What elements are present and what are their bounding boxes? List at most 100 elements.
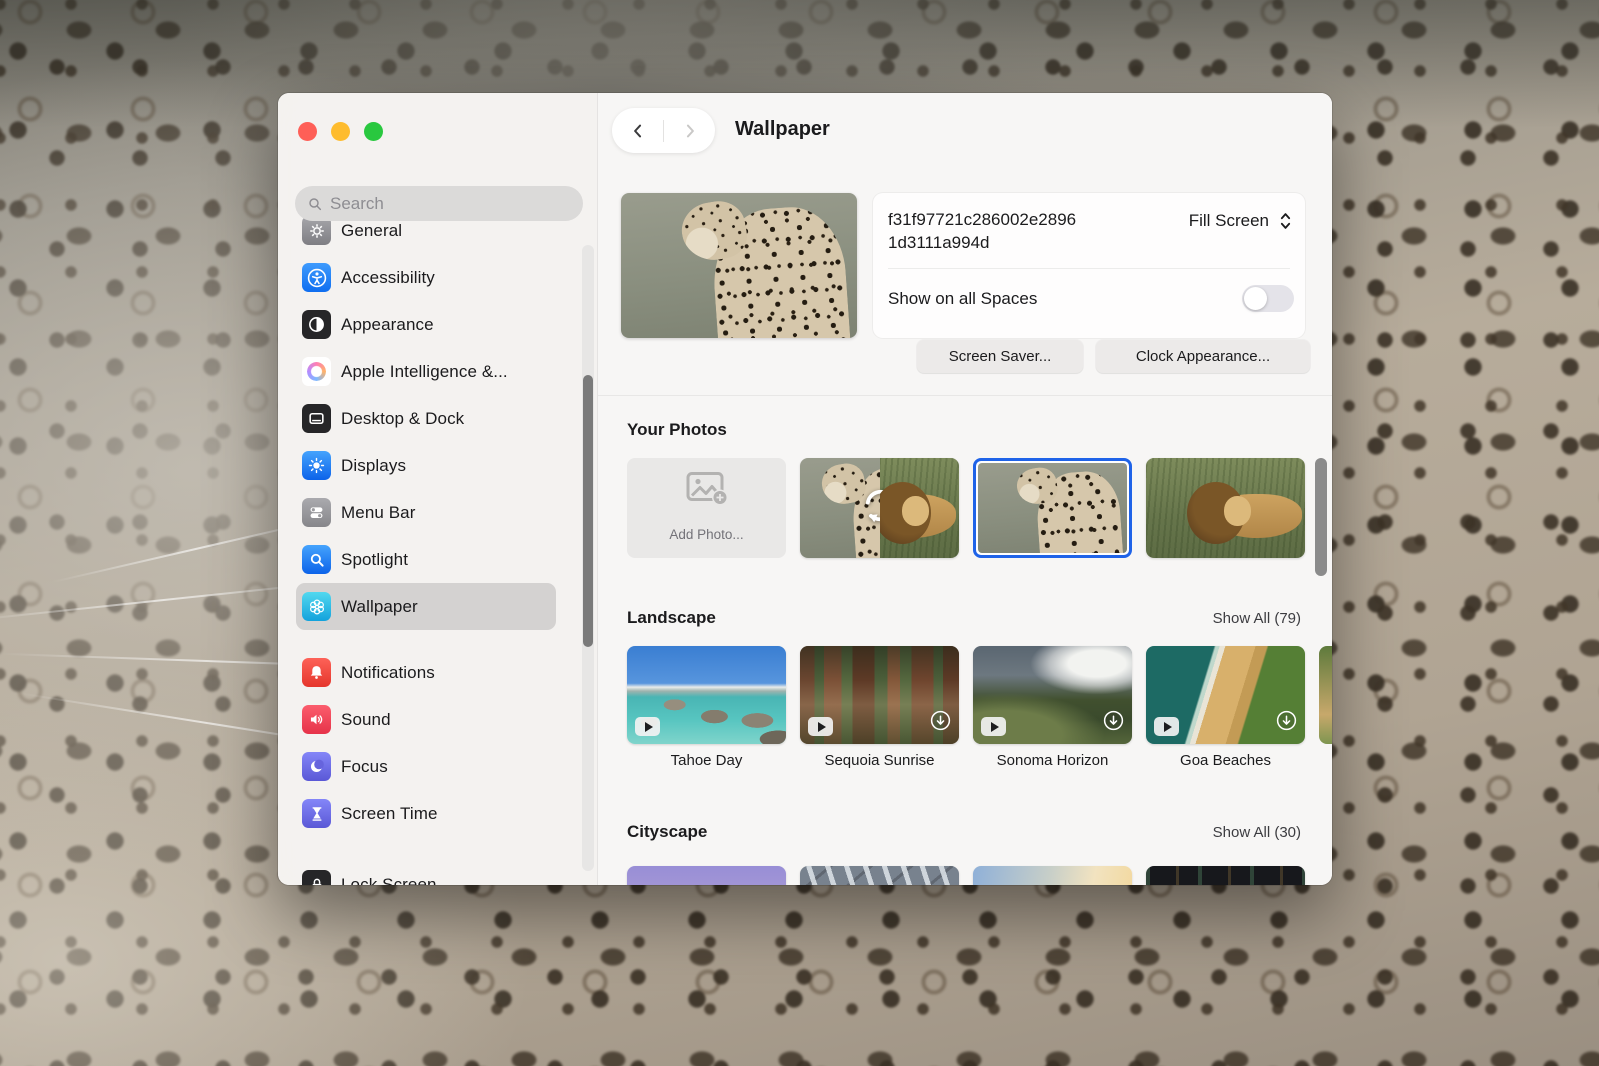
sidebar-item-label: Notifications	[341, 663, 435, 683]
fill-mode-value: Fill Screen	[1189, 211, 1269, 231]
sidebar-item-sound[interactable]: Sound	[296, 696, 556, 743]
minimize-icon[interactable]	[331, 122, 350, 141]
cityscape-tile-2[interactable]	[800, 866, 959, 885]
up-down-chevrons-icon	[1278, 209, 1293, 233]
sidebar-item-wallpaper[interactable]: Wallpaper	[296, 583, 556, 630]
goa-beaches-tile[interactable]	[1146, 646, 1305, 744]
sidebar-item-screen-time[interactable]: Screen Time	[296, 790, 556, 837]
play-icon	[1154, 717, 1179, 736]
sidebar-item-label: Menu Bar	[341, 503, 416, 523]
cityscape-tile-4[interactable]	[1146, 866, 1305, 885]
toggle-knob	[1244, 287, 1267, 310]
content-scrollbar-thumb[interactable]	[1315, 458, 1327, 576]
landscape-partial-tile[interactable]	[1319, 646, 1332, 744]
sun-icon	[302, 451, 331, 480]
add-photo-tile[interactable]: Add Photo...	[627, 458, 786, 558]
lion-photo-tile[interactable]	[1146, 458, 1305, 558]
tahoe-day-tile[interactable]	[627, 646, 786, 744]
traffic-lights	[298, 122, 383, 141]
sidebar-item-apple-intelligence[interactable]: Apple Intelligence &...	[296, 348, 556, 395]
clock-appearance-button[interactable]: Clock Appearance...	[1096, 340, 1310, 373]
add-photo-label: Add Photo...	[627, 527, 786, 542]
hourglass-icon	[302, 799, 331, 828]
sidebar-item-label: Focus	[341, 757, 388, 777]
download-icon[interactable]	[930, 710, 951, 736]
sidebar-item-spotlight[interactable]: Spotlight	[296, 536, 556, 583]
play-icon	[635, 717, 660, 736]
wallpaper-filename: f31f97721c286002e2896 1d3111a994d	[888, 208, 1130, 254]
sidebar-item-displays[interactable]: Displays	[296, 442, 556, 489]
landscape-labels: Tahoe Day Sequoia Sunrise Sonoma Horizon…	[627, 752, 1305, 769]
sonoma-horizon-tile[interactable]	[973, 646, 1132, 744]
close-icon[interactable]	[298, 122, 317, 141]
chevron-right-icon	[680, 121, 700, 141]
tile-label: Tahoe Day	[627, 752, 786, 769]
speaker-icon	[302, 705, 331, 734]
show-on-all-spaces-toggle[interactable]	[1242, 285, 1294, 312]
cityscape-tile-1[interactable]	[627, 866, 786, 885]
screen-saver-button[interactable]: Screen Saver...	[917, 340, 1083, 373]
sidebar-item-accessibility[interactable]: Accessibility	[296, 254, 556, 301]
tile-label: Goa Beaches	[1146, 752, 1305, 769]
sidebar-item-label: Lock Screen	[341, 875, 437, 886]
sidebar-item-menu-bar[interactable]: Menu Bar	[296, 489, 556, 536]
cityscape-tile-3[interactable]	[973, 866, 1132, 885]
sidebar-item-focus[interactable]: Focus	[296, 743, 556, 790]
fill-mode-popup[interactable]: Fill Screen	[1189, 209, 1293, 233]
search-placeholder: Search	[330, 194, 384, 214]
sidebar-item-appearance[interactable]: Appearance	[296, 301, 556, 348]
cityscape-show-all[interactable]: Show All (30)	[1213, 824, 1301, 841]
sidebar-item-label: Sound	[341, 710, 391, 730]
lion-photo	[1146, 458, 1305, 558]
zoom-icon[interactable]	[364, 122, 383, 141]
sidebar-scrollbar-track[interactable]	[582, 245, 594, 871]
back-button[interactable]	[612, 108, 663, 153]
sidebar-item-label: Wallpaper	[341, 597, 418, 617]
leopard-photo-tile-selected[interactable]	[973, 458, 1132, 558]
leopard-photo	[978, 463, 1127, 553]
section-divider	[598, 395, 1332, 396]
sidebar-item-label: General	[341, 221, 402, 241]
sidebar-item-label: Apple Intelligence &...	[341, 362, 508, 382]
bell-icon	[302, 658, 331, 687]
forward-button[interactable]	[664, 108, 715, 153]
chevron-left-icon	[628, 121, 648, 141]
sequoia-sunrise-tile[interactable]	[800, 646, 959, 744]
rosette-icon	[302, 592, 331, 621]
toggles-icon	[302, 498, 331, 527]
picture-plus-icon	[684, 471, 730, 514]
sidebar-item-label: Screen Time	[341, 804, 438, 824]
moon-icon	[302, 752, 331, 781]
magnifier-icon	[302, 545, 331, 574]
sidebar-item-notifications[interactable]: Notifications	[296, 649, 556, 696]
your-photos-tiles: Add Photo...	[627, 458, 1305, 558]
sidebar-scrollbar-thumb[interactable]	[583, 375, 593, 647]
play-icon	[808, 717, 833, 736]
landscape-tiles	[627, 646, 1305, 744]
search-input[interactable]: Search	[295, 186, 583, 221]
sidebar-item-label: Appearance	[341, 315, 434, 335]
sidebar-item-desktop-dock[interactable]: Desktop & Dock	[296, 395, 556, 442]
sidebar-item-label: Spotlight	[341, 550, 408, 570]
sidebar-group-gap	[296, 837, 556, 861]
panel-divider	[888, 268, 1290, 269]
sidebar-group-gap	[296, 630, 556, 649]
contrast-icon	[302, 310, 331, 339]
landscape-show-all[interactable]: Show All (79)	[1213, 610, 1301, 627]
download-icon[interactable]	[1276, 710, 1297, 736]
current-wallpaper-preview	[621, 193, 857, 338]
leopard-photo	[621, 193, 857, 338]
cityscape-title: Cityscape	[627, 822, 707, 842]
auto-rotate-tile[interactable]	[800, 458, 959, 558]
tile-label: Sequoia Sunrise	[800, 752, 959, 769]
lock-icon	[302, 870, 331, 885]
sidebar-item-lock-screen[interactable]: Lock Screen	[296, 861, 556, 885]
your-photos-title: Your Photos	[627, 420, 727, 440]
lion-half	[880, 458, 960, 558]
cityscape-tiles	[627, 866, 1305, 885]
accessibility-icon	[302, 263, 331, 292]
page-title: Wallpaper	[735, 118, 830, 141]
sidebar-item-label: Desktop & Dock	[341, 409, 464, 429]
download-icon[interactable]	[1103, 710, 1124, 736]
tile-label: Sonoma Horizon	[973, 752, 1132, 769]
